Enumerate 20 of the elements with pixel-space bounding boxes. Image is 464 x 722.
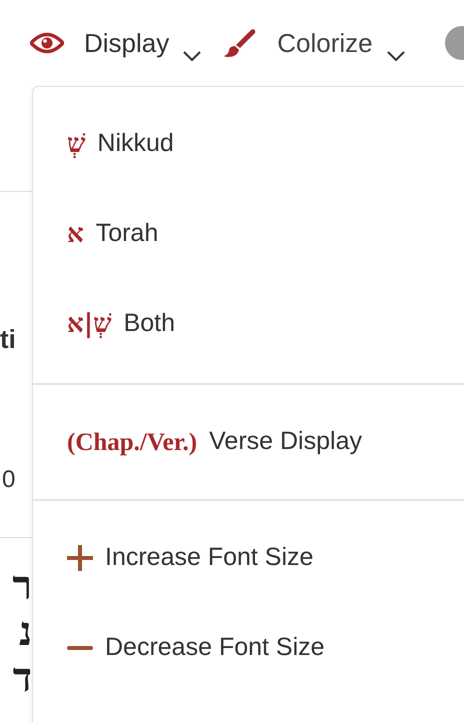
dropdown-menu-item[interactable]: Increase Font Size — [33, 513, 464, 603]
minus-icon — [67, 645, 93, 651]
plus-icon — [67, 545, 93, 571]
toolbar-menu-button[interactable]: Display — [30, 24, 202, 62]
dropdown-menu-item[interactable]: Decrease Font Size — [33, 603, 464, 693]
hebrew-verse-fragment: ד — [12, 656, 32, 700]
paintbrush-icon — [223, 28, 258, 58]
text-fragment: 0 — [1, 468, 16, 492]
toolbar-menu-button[interactable]: Colorize — [223, 24, 405, 62]
hebrew-letter-icon: א — [67, 221, 84, 247]
chevron-down-icon — [386, 50, 405, 60]
hebrew-verse-fragment: ר — [12, 564, 32, 608]
hebrew-letter-icon: שְׁ|א — [67, 311, 112, 337]
heading-fragment: ti — [0, 326, 16, 352]
chapter-verse-icon: (Chap./Ver.) — [67, 430, 198, 454]
hebrew-letter-icon: שְׁ — [67, 131, 86, 157]
dropdown-menu-item[interactable]: (Chap./Ver.) Verse Display — [33, 397, 464, 487]
eye-icon — [30, 32, 64, 54]
hebrew-verse-fragment: נ — [18, 610, 32, 654]
chevron-down-icon — [183, 50, 202, 60]
